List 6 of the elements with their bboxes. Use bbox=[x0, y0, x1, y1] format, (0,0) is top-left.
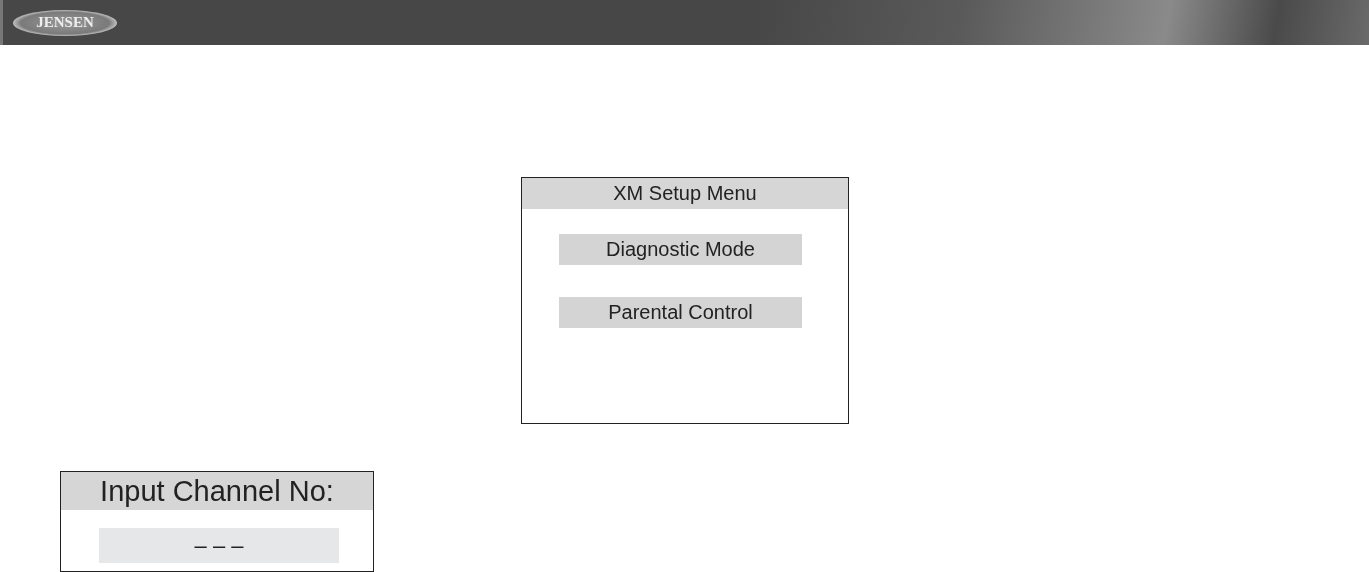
menu-title: XM Setup Menu bbox=[522, 178, 848, 209]
brand-logo: JENSEN bbox=[13, 9, 117, 36]
channel-field[interactable]: – – – bbox=[99, 528, 339, 563]
dialog-title: Input Channel No: bbox=[61, 472, 373, 510]
menu-item[interactable]: Parental Control bbox=[559, 297, 802, 328]
menu-item[interactable]: Diagnostic Mode bbox=[559, 234, 802, 265]
